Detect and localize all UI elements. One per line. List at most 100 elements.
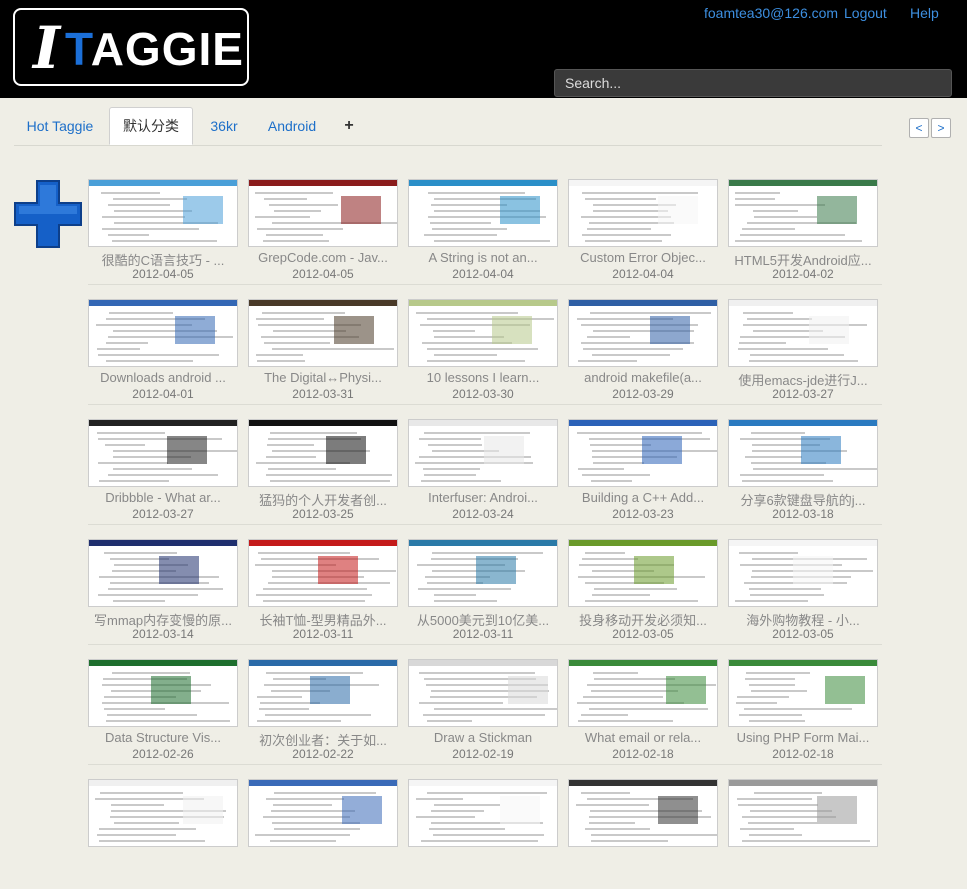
bookmark-title[interactable]: The Digital↔Physi... <box>248 370 398 385</box>
tab-36kr[interactable]: 36kr <box>200 107 248 144</box>
taggie-logo[interactable]: I TAGGIE <box>13 8 249 86</box>
bookmark-title[interactable]: Downloads android ... <box>88 370 238 385</box>
bookmark-item[interactable]: 使用emacs-jde进行J... 2012-03-27 <box>728 299 878 409</box>
thumbnail-text-line <box>255 216 310 218</box>
bookmark-thumbnail[interactable] <box>88 419 238 487</box>
tab-hot-taggie[interactable]: Hot Taggie <box>14 107 106 144</box>
bookmark-thumbnail[interactable] <box>88 299 238 367</box>
thumbnail-text-line <box>269 204 338 206</box>
bookmark-thumbnail[interactable] <box>408 419 558 487</box>
bookmark-thumbnail[interactable] <box>248 779 398 847</box>
bookmark-thumbnail[interactable] <box>248 539 398 607</box>
bookmark-item[interactable]: 初次创业者：关于如... 2012-02-22 <box>248 659 398 769</box>
user-email-link[interactable]: foamtea30@126.com <box>704 5 838 21</box>
bookmark-item[interactable]: The Digital↔Physi... 2012-03-31 <box>248 299 398 409</box>
bookmark-thumbnail[interactable] <box>728 179 878 247</box>
bookmark-item[interactable]: android makefile(a... 2012-03-29 <box>568 299 718 409</box>
tab-android[interactable]: Android <box>260 107 324 144</box>
bookmark-title[interactable]: GrepCode.com - Jav... <box>248 250 398 265</box>
bookmark-item[interactable]: 海外购物教程 - 小... 2012-03-05 <box>728 539 878 649</box>
bookmark-item[interactable]: Draw a Stickman 2012-02-19 <box>408 659 558 769</box>
bookmark-thumbnail[interactable] <box>88 539 238 607</box>
thumbnail-image-block <box>492 316 532 344</box>
bookmark-thumbnail[interactable] <box>568 419 718 487</box>
bookmark-thumbnail[interactable] <box>568 299 718 367</box>
bookmark-item[interactable]: 从5000美元到10亿美... 2012-03-11 <box>408 539 558 649</box>
bookmark-thumbnail[interactable] <box>728 299 878 367</box>
bookmark-thumbnail[interactable] <box>88 659 238 727</box>
prev-page-button[interactable]: < <box>909 118 929 138</box>
bookmark-item[interactable]: 10 lessons I learn... 2012-03-30 <box>408 299 558 409</box>
bookmark-item[interactable] <box>88 779 238 889</box>
thumbnail-text-line <box>581 792 630 794</box>
bookmark-title[interactable]: Dribbble - What ar... <box>88 490 238 505</box>
bookmark-item[interactable]: 写mmap内存变慢的原... 2012-03-14 <box>88 539 238 649</box>
bookmark-item[interactable]: 长袖T恤-型男精品外... 2012-03-11 <box>248 539 398 649</box>
bookmark-item[interactable]: HTML5开发Android应... 2012-04-02 <box>728 179 878 289</box>
bookmark-item[interactable]: Interfuser: Androi... 2012-03-24 <box>408 419 558 529</box>
bookmark-item[interactable]: 猛犸的个人开发者创... 2012-03-25 <box>248 419 398 529</box>
bookmark-title[interactable]: Custom Error Objec... <box>568 250 718 265</box>
bookmark-item[interactable]: 分享6款键盘导航的j... 2012-03-18 <box>728 419 878 529</box>
bookmark-thumbnail[interactable] <box>248 419 398 487</box>
bookmark-item[interactable]: Data Structure Vis... 2012-02-26 <box>88 659 238 769</box>
bookmark-item[interactable]: What email or rela... 2012-02-18 <box>568 659 718 769</box>
bookmark-item[interactable] <box>408 779 558 889</box>
bookmark-item[interactable] <box>728 779 878 889</box>
tab-default-category[interactable]: 默认分类 <box>109 107 193 145</box>
bookmark-thumbnail[interactable] <box>88 779 238 847</box>
logout-link[interactable]: Logout <box>844 5 887 21</box>
bookmark-item[interactable] <box>568 779 718 889</box>
row-divider <box>88 644 882 645</box>
bookmark-title[interactable]: android makefile(a... <box>568 370 718 385</box>
add-bookmark-plus-icon[interactable] <box>13 179 83 249</box>
bookmark-thumbnail[interactable] <box>88 179 238 247</box>
bookmark-thumbnail[interactable] <box>728 419 878 487</box>
bookmark-title[interactable]: 10 lessons I learn... <box>408 370 558 385</box>
bookmark-thumbnail[interactable] <box>568 539 718 607</box>
thumbnail-text-line <box>591 834 717 836</box>
bookmark-thumbnail[interactable] <box>248 179 398 247</box>
bookmark-thumbnail[interactable] <box>408 659 558 727</box>
bookmark-title[interactable]: Building a C++ Add... <box>568 490 718 505</box>
bookmark-item[interactable]: Building a C++ Add... 2012-03-23 <box>568 419 718 529</box>
next-page-button[interactable]: > <box>931 118 951 138</box>
bookmark-item[interactable]: 很酷的C语言技巧 - ... 2012-04-05 <box>88 179 238 289</box>
thumbnail-header-bar <box>729 180 877 186</box>
search-input[interactable] <box>554 69 952 97</box>
bookmark-title[interactable]: Draw a Stickman <box>408 730 558 745</box>
bookmark-item[interactable]: A String is not an... 2012-04-04 <box>408 179 558 289</box>
bookmark-title[interactable]: What email or rela... <box>568 730 718 745</box>
thumbnail-text-line <box>264 198 307 200</box>
bookmark-title[interactable]: Interfuser: Androi... <box>408 490 558 505</box>
bookmark-item[interactable]: GrepCode.com - Jav... 2012-04-05 <box>248 179 398 289</box>
bookmark-thumbnail[interactable] <box>248 299 398 367</box>
add-tab-button[interactable]: + <box>334 107 364 144</box>
bookmark-thumbnail[interactable] <box>408 779 558 847</box>
bookmark-title[interactable]: Data Structure Vis... <box>88 730 238 745</box>
bookmark-item[interactable]: Custom Error Objec... 2012-04-04 <box>568 179 718 289</box>
bookmark-title[interactable]: Using PHP Form Mai... <box>728 730 878 745</box>
bookmark-thumbnail[interactable] <box>568 179 718 247</box>
bookmark-item[interactable]: 投身移动开发必须知... 2012-03-05 <box>568 539 718 649</box>
thumbnail-text-line <box>419 438 481 440</box>
bookmark-item[interactable] <box>248 779 398 889</box>
bookmark-thumbnail[interactable] <box>728 659 878 727</box>
bookmark-thumbnail[interactable] <box>728 539 878 607</box>
bookmark-thumbnail[interactable] <box>568 779 718 847</box>
bookmark-thumbnail[interactable] <box>408 539 558 607</box>
bookmark-item[interactable]: Using PHP Form Mai... 2012-02-18 <box>728 659 878 769</box>
bookmark-item[interactable]: Downloads android ... 2012-04-01 <box>88 299 238 409</box>
bookmark-thumbnail[interactable] <box>248 659 398 727</box>
bookmark-thumbnail[interactable] <box>728 779 878 847</box>
thumbnail-text-line <box>434 708 557 710</box>
bookmark-thumbnail[interactable] <box>408 179 558 247</box>
help-link[interactable]: Help <box>910 5 939 21</box>
bookmark-thumbnail[interactable] <box>568 659 718 727</box>
thumbnail-text-line <box>256 318 324 320</box>
thumbnail-text-line <box>267 444 314 446</box>
bookmark-title[interactable]: A String is not an... <box>408 250 558 265</box>
bookmark-item[interactable]: Dribbble - What ar... 2012-03-27 <box>88 419 238 529</box>
row-divider <box>88 764 882 765</box>
bookmark-thumbnail[interactable] <box>408 299 558 367</box>
